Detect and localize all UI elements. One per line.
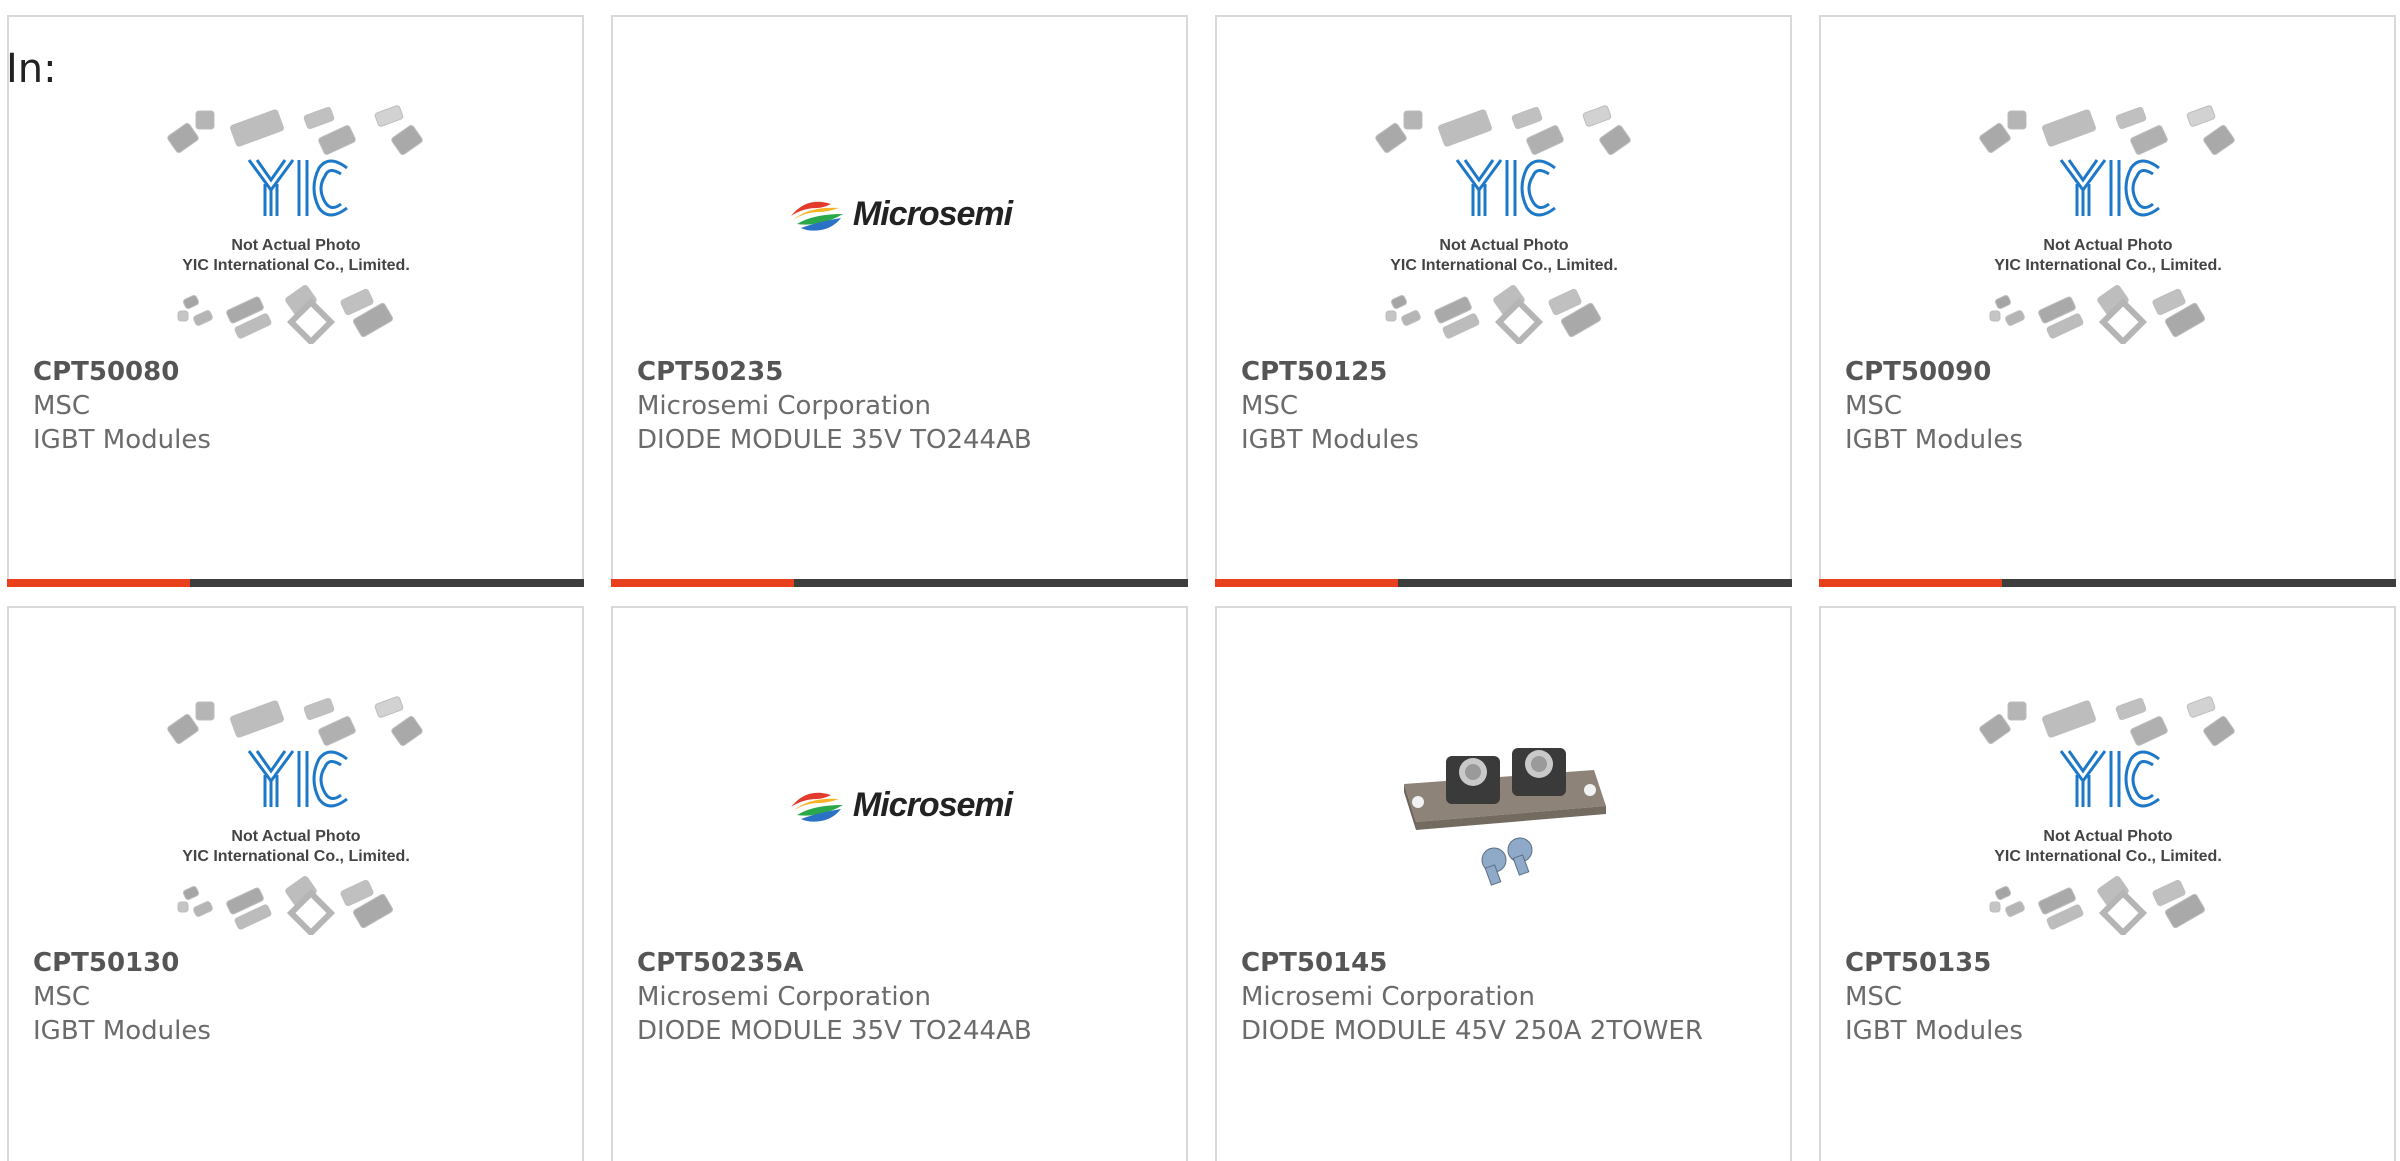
diode-module-photo-icon bbox=[1403, 748, 1606, 886]
product-description: DIODE MODULE 45V 250A 2TOWER bbox=[1241, 1016, 1703, 1046]
svg-text:Not Actual Photo: Not Actual Photo bbox=[231, 828, 360, 845]
product-info: CPT50235 Microsemi Corporation DIODE MOD… bbox=[637, 355, 1162, 457]
card-bottom-bar bbox=[1215, 579, 1792, 587]
svg-text:YIC International Co., Limited: YIC International Co., Limited. bbox=[1994, 257, 2222, 274]
product-card[interactable]: Not Actual Photo YIC International Co., … bbox=[7, 606, 584, 1161]
yic-placeholder-icon: Not Actual Photo YIC International Co., … bbox=[1374, 105, 1631, 344]
product-info: CPT50130 MSC IGBT Modules bbox=[33, 946, 558, 1048]
product-image[interactable]: Not Actual Photo YIC International Co., … bbox=[1217, 89, 1790, 359]
product-card[interactable]: Microsemi CPT50235 Microsemi Corporation… bbox=[611, 15, 1188, 587]
part-number[interactable]: CPT50145 bbox=[1241, 946, 1766, 980]
card-bottom-bar bbox=[1819, 579, 2396, 587]
yic-placeholder-icon: Not Actual Photo YIC International Co., … bbox=[1978, 105, 2235, 344]
product-card[interactable]: Not Actual Photo YIC International Co., … bbox=[1215, 15, 1792, 587]
svg-text:YIC International Co., Limited: YIC International Co., Limited. bbox=[1390, 257, 1618, 274]
microsemi-logo-icon: Microsemi bbox=[787, 785, 1013, 825]
card-accent-bar bbox=[1819, 579, 2002, 587]
card-accent-bar bbox=[7, 579, 190, 587]
part-number[interactable]: CPT50125 bbox=[1241, 355, 1766, 389]
product-image[interactable]: Microsemi bbox=[613, 89, 1186, 359]
yic-placeholder-icon: Not Actual Photo YIC International Co., … bbox=[166, 105, 423, 344]
svg-text:Not Actual Photo: Not Actual Photo bbox=[2043, 828, 2172, 845]
manufacturer: Microsemi Corporation bbox=[1241, 982, 1535, 1012]
manufacturer: MSC bbox=[33, 391, 91, 421]
product-image[interactable]: Microsemi bbox=[613, 680, 1186, 950]
product-description: IGBT Modules bbox=[1241, 425, 1419, 455]
product-info: CPT50235A Microsemi Corporation DIODE MO… bbox=[637, 946, 1162, 1048]
part-number[interactable]: CPT50080 bbox=[33, 355, 558, 389]
product-image[interactable] bbox=[1217, 680, 1790, 950]
manufacturer: MSC bbox=[1241, 391, 1299, 421]
product-description: IGBT Modules bbox=[33, 1016, 211, 1046]
svg-text:Not Actual Photo: Not Actual Photo bbox=[231, 237, 360, 254]
product-description: DIODE MODULE 35V TO244AB bbox=[637, 1016, 1032, 1046]
product-info: CPT50125 MSC IGBT Modules bbox=[1241, 355, 1766, 457]
product-grid: Not Actual Photo YIC International Co., … bbox=[0, 0, 2400, 1161]
manufacturer: MSC bbox=[1845, 982, 1903, 1012]
card-bottom-bar bbox=[611, 579, 1188, 587]
part-number[interactable]: CPT50235 bbox=[637, 355, 1162, 389]
product-card[interactable]: Not Actual Photo YIC International Co., … bbox=[1819, 15, 2396, 587]
product-image[interactable]: Not Actual Photo YIC International Co., … bbox=[9, 89, 582, 359]
product-card[interactable]: Microsemi CPT50235A Microsemi Corporatio… bbox=[611, 606, 1188, 1161]
microsemi-logo-icon: Microsemi bbox=[787, 194, 1013, 234]
svg-text:YIC International Co., Limited: YIC International Co., Limited. bbox=[1994, 848, 2222, 865]
manufacturer: Microsemi Corporation bbox=[637, 391, 931, 421]
product-image[interactable]: Not Actual Photo YIC International Co., … bbox=[9, 680, 582, 950]
svg-text:Not Actual Photo: Not Actual Photo bbox=[1439, 237, 1568, 254]
product-description: IGBT Modules bbox=[33, 425, 211, 455]
svg-text:YIC International Co., Limited: YIC International Co., Limited. bbox=[182, 848, 410, 865]
manufacturer: Microsemi Corporation bbox=[637, 982, 931, 1012]
yic-placeholder-icon: Not Actual Photo YIC International Co., … bbox=[166, 696, 423, 935]
filter-label: In: bbox=[6, 46, 57, 92]
manufacturer: MSC bbox=[33, 982, 91, 1012]
product-image[interactable]: Not Actual Photo YIC International Co., … bbox=[1821, 89, 2394, 359]
yic-placeholder-icon: Not Actual Photo YIC International Co., … bbox=[1978, 696, 2235, 935]
part-number[interactable]: CPT50135 bbox=[1845, 946, 2370, 980]
product-description: DIODE MODULE 35V TO244AB bbox=[637, 425, 1032, 455]
product-info: CPT50145 Microsemi Corporation DIODE MOD… bbox=[1241, 946, 1766, 1048]
card-bottom-bar bbox=[7, 579, 584, 587]
svg-text:Not Actual Photo: Not Actual Photo bbox=[2043, 237, 2172, 254]
product-grid-page: In: Not Actual Photo YIC International C… bbox=[0, 0, 2400, 1161]
part-number[interactable]: CPT50130 bbox=[33, 946, 558, 980]
brand-logo-text: Microsemi bbox=[852, 785, 1013, 824]
product-card[interactable]: Not Actual Photo YIC International Co., … bbox=[1819, 606, 2396, 1161]
product-description: IGBT Modules bbox=[1845, 1016, 2023, 1046]
manufacturer: MSC bbox=[1845, 391, 1903, 421]
brand-logo-text: Microsemi bbox=[852, 194, 1013, 233]
svg-text:YIC International Co., Limited: YIC International Co., Limited. bbox=[182, 257, 410, 274]
product-card[interactable]: Not Actual Photo YIC International Co., … bbox=[7, 15, 584, 587]
product-info: CPT50135 MSC IGBT Modules bbox=[1845, 946, 2370, 1048]
product-description: IGBT Modules bbox=[1845, 425, 2023, 455]
product-info: CPT50080 MSC IGBT Modules bbox=[33, 355, 558, 457]
card-accent-bar bbox=[611, 579, 794, 587]
product-image[interactable]: Not Actual Photo YIC International Co., … bbox=[1821, 680, 2394, 950]
product-info: CPT50090 MSC IGBT Modules bbox=[1845, 355, 2370, 457]
product-card[interactable]: CPT50145 Microsemi Corporation DIODE MOD… bbox=[1215, 606, 1792, 1161]
part-number[interactable]: CPT50090 bbox=[1845, 355, 2370, 389]
part-number[interactable]: CPT50235A bbox=[637, 946, 1162, 980]
card-accent-bar bbox=[1215, 579, 1398, 587]
